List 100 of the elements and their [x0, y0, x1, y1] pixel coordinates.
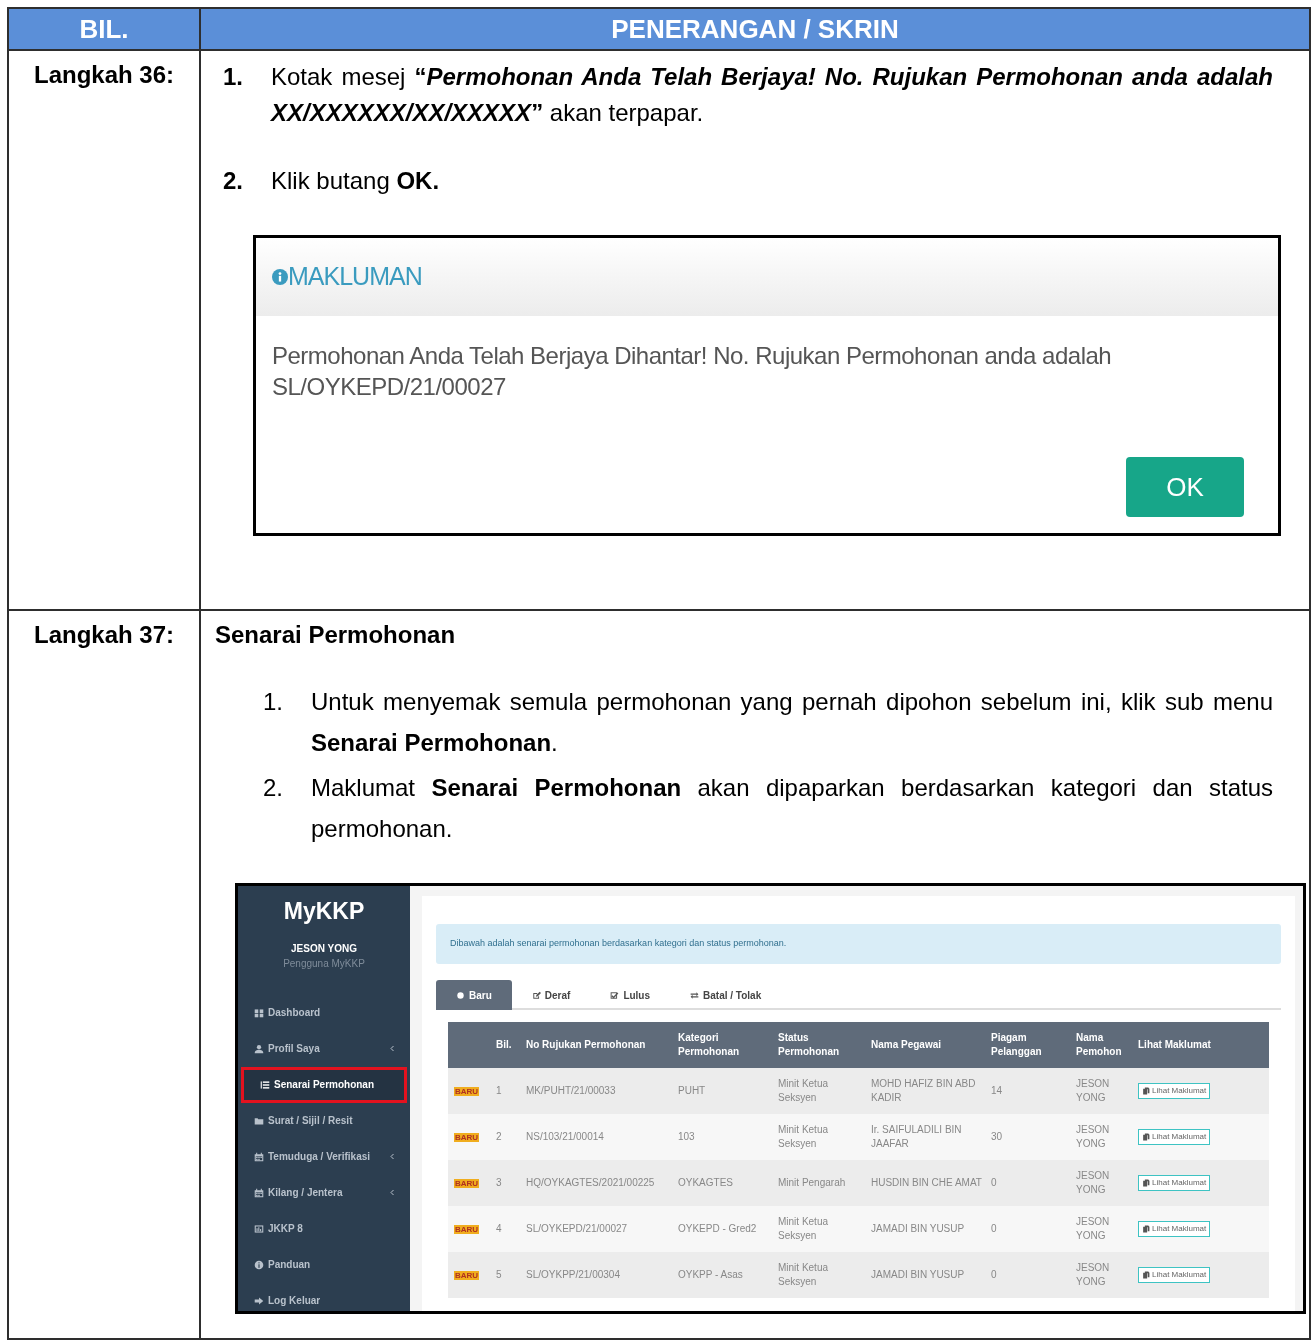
step-label: Langkah 36:	[33, 60, 174, 90]
status-badge: BARU	[454, 1270, 480, 1280]
table-cell-text: MK/PUHT/21/00033	[525, 1084, 617, 1098]
status-badge: BARU	[454, 1086, 480, 1096]
copy-icon	[1142, 1133, 1150, 1141]
view-details-button[interactable]: Lihat Maklumat	[1138, 1175, 1211, 1191]
menu-icon	[254, 1259, 264, 1270]
tab[interactable]: Lulus	[590, 980, 671, 1010]
copy-icon	[1142, 1271, 1150, 1279]
table-cell-text: MOHD HAFIZ BIN ABD KADIR	[870, 1077, 977, 1105]
table-cell-text: JESON YONG	[1075, 1215, 1111, 1243]
sidebar-item[interactable]: Temuduga / Verifikasi	[238, 1138, 410, 1175]
column-header: BIL.	[9, 9, 201, 49]
sidebar-item[interactable]: JKKP 8	[238, 1210, 410, 1247]
tab[interactable]: Deraf	[511, 980, 591, 1010]
instruction-text: Kotak mesej “Permohonan Anda Telah Berjaya! No. Rujukan Permohonan anda adalah XX/XXXXXX/XX/XXXXX” akan terpapar.	[271, 62, 1273, 128]
column-header: PENERANGAN / SKRIN	[610, 12, 900, 46]
sidebar-label: Kilang / Jentera	[268, 1186, 344, 1200]
instruction-text: Maklumat Senarai Permohonan akan dipaparkan berdasarkan kategori dan status permohonan.	[311, 773, 1273, 844]
column-header: Kategori Permohonan	[677, 1031, 741, 1059]
table-cell-text: JAMADI BIN YUSUP	[870, 1222, 966, 1236]
tab-icon	[690, 990, 700, 1000]
sidebar-item[interactable]: Kilang / Jentera	[238, 1174, 410, 1211]
sidebar-label: Dashboard	[268, 1006, 322, 1020]
table-cell-text: HUSDIN BIN CHE AMAT	[870, 1176, 983, 1190]
status-badge: BARU	[454, 1224, 480, 1234]
user-name: JESON YONG	[290, 941, 358, 956]
table-cell-text: Minit Ketua Seksyen	[777, 1123, 830, 1151]
table-cell-text: OYKAGTES	[677, 1176, 734, 1190]
menu-icon	[254, 1115, 264, 1126]
tab-icon	[531, 990, 541, 1000]
tab[interactable]: Batal / Tolak	[670, 980, 782, 1010]
sidebar-label: Log Keluar	[268, 1294, 322, 1308]
sidebar-item[interactable]: Surat / Sijil / Resit	[238, 1102, 410, 1139]
sidebar-item[interactable]: Log Keluar	[238, 1282, 410, 1319]
table-cell-text: JAMADI BIN YUSUP	[870, 1268, 966, 1282]
tab-icon	[456, 990, 465, 1000]
table-cell-text: 0	[990, 1268, 998, 1282]
copy-icon	[1142, 1225, 1150, 1233]
table-cell-text: OYKPP - Asas	[677, 1268, 744, 1282]
info-icon	[272, 269, 288, 285]
table-cell-text: JESON YONG	[1075, 1169, 1111, 1197]
menu-icon	[254, 1007, 264, 1018]
sidebar-item[interactable]: Profil Saya	[238, 1030, 410, 1067]
sidebar-label: JKKP 8	[268, 1222, 304, 1236]
sidebar-label: Senarai Permohonan	[274, 1078, 376, 1092]
column-header: Nama Pemohon	[1075, 1031, 1123, 1059]
table-cell-text: NS/103/21/00014	[525, 1130, 605, 1144]
step-label: Langkah 37:	[33, 620, 174, 650]
sidebar-item[interactable]: Dashboard	[238, 994, 410, 1031]
view-details-button[interactable]: Lihat Maklumat	[1138, 1129, 1211, 1145]
list-number: 1.	[223, 62, 244, 92]
menu-icon	[254, 1295, 264, 1306]
sidebar-item[interactable]: Senarai Permohonan	[241, 1066, 407, 1103]
table-cell-text: OYKEPD - Gred2	[677, 1222, 758, 1236]
copy-icon	[1142, 1179, 1150, 1187]
column-header: Nama Pegawai	[870, 1038, 943, 1052]
status-badge: BARU	[454, 1178, 480, 1188]
table-cell-text: 30	[990, 1130, 1004, 1144]
app-logo: MyKKP	[282, 897, 366, 926]
table-cell-text: Ir. SAIFULADILI BIN JAAFAR	[870, 1123, 963, 1151]
column-header: Piagam Pelanggan	[990, 1031, 1043, 1059]
table-cell-text: 4	[495, 1222, 503, 1236]
table-cell-text: HQ/OYKAGTES/2021/00225	[525, 1176, 656, 1190]
menu-icon	[254, 1223, 264, 1234]
table-cell-text: 103	[677, 1130, 696, 1144]
menu-icon	[254, 1187, 264, 1198]
sidebar-item[interactable]: Panduan	[238, 1246, 410, 1283]
tab-icon	[610, 990, 620, 1000]
status-badge: BARU	[454, 1132, 480, 1142]
instruction-text: Untuk menyemak semula permohonan yang pernah dipohon sebelum ini, klik sub menu Senarai Permohonan.	[311, 687, 1273, 758]
table-cell-text: JESON YONG	[1075, 1261, 1111, 1289]
table-cell-text: 2	[495, 1130, 503, 1144]
table-cell-text: 3	[495, 1176, 503, 1190]
table-cell-text: Minit Ketua Seksyen	[777, 1261, 830, 1289]
dialog-message: Permohonan Anda Telah Berjaya Dihantar! No. Rujukan Permohonan anda adalah SL/OYKEPD/21/00027	[271, 341, 1113, 402]
sidebar-label: Profil Saya	[268, 1042, 321, 1056]
table-cell-text: PUHT	[677, 1084, 707, 1098]
info-alert: Dibawah adalah senarai permohonan berdasarkan kategori dan status permohonan.	[436, 924, 1281, 964]
table-cell-text: Minit Pengarah	[777, 1176, 847, 1190]
table-cell-text: JESON YONG	[1075, 1077, 1111, 1105]
view-details-button[interactable]: Lihat Maklumat	[1138, 1083, 1211, 1099]
column-header: Status Permohonan	[777, 1031, 841, 1059]
table-cell-text: SL/OYKPP/21/00304	[525, 1268, 621, 1282]
column-header: Bil.	[495, 1038, 513, 1052]
menu-icon	[254, 1043, 264, 1054]
table-cell-text: 0	[990, 1176, 998, 1190]
table-cell-text: 0	[990, 1222, 998, 1236]
column-header: No Rujukan Permohonan	[525, 1038, 647, 1052]
menu-icon	[254, 1151, 264, 1162]
list-number: 2.	[263, 773, 284, 803]
table-cell-text: 5	[495, 1268, 503, 1282]
section-heading: Senarai Permohonan	[215, 620, 457, 650]
copy-icon	[1142, 1087, 1150, 1095]
tab[interactable]: Baru	[436, 980, 512, 1010]
table-cell-text: JESON YONG	[1075, 1123, 1111, 1151]
table-cell-text: 14	[990, 1084, 1004, 1098]
view-details-button[interactable]: Lihat Maklumat	[1138, 1221, 1211, 1237]
dialog-title: MAKLUMAN	[288, 261, 422, 293]
view-details-button[interactable]: Lihat Maklumat	[1138, 1267, 1211, 1283]
